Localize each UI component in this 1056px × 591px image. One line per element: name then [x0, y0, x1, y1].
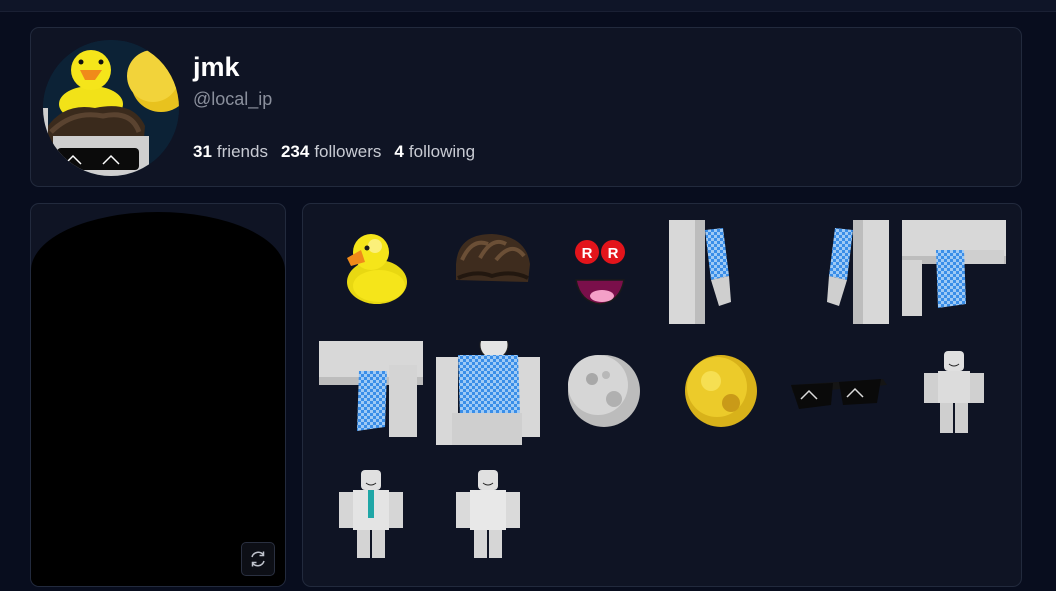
- refresh-avatar-button[interactable]: [241, 542, 275, 576]
- item-roblox-face[interactable]: R R: [552, 220, 656, 324]
- left-arm-checkered-icon: [827, 220, 890, 324]
- svg-text:R: R: [582, 245, 593, 262]
- avatar-viewer-card: [30, 203, 286, 587]
- friends-link[interactable]: 31 friends: [193, 142, 268, 162]
- sunglasses-icon: [791, 379, 888, 409]
- item-left-leg-checkered[interactable]: [901, 220, 1006, 324]
- gold-orb-icon: [684, 355, 757, 427]
- suit-outfit-icon: [339, 470, 403, 558]
- moon-icon: [568, 355, 641, 427]
- worn-items-grid: R R: [319, 220, 1006, 566]
- right-arm-checkered-icon: [668, 220, 731, 324]
- white-avatar-icon: [923, 351, 984, 433]
- item-right-leg-checkered[interactable]: [319, 341, 423, 445]
- followers-link[interactable]: 234 followers: [281, 142, 381, 162]
- avatar-headshot-icon: [43, 40, 179, 176]
- item-suit-outfit[interactable]: [319, 462, 423, 566]
- avatar-headshot[interactable]: [43, 40, 179, 176]
- followers-label: followers: [314, 142, 382, 161]
- item-rubber-duck[interactable]: [319, 220, 423, 324]
- rubber-duck-icon: [347, 234, 407, 304]
- avatar-3d-viewport[interactable]: [31, 212, 285, 586]
- right-leg-checkered-icon: [319, 341, 423, 437]
- left-leg-checkered-icon: [901, 220, 1006, 316]
- roblox-face-icon: R R: [575, 240, 626, 305]
- profile-header-card: jmk @local_ip 31 friends 234 followers 4 fo…: [30, 27, 1022, 187]
- item-moon[interactable]: [552, 341, 656, 445]
- username: @local_ip: [193, 89, 273, 109]
- svg-text:R: R: [608, 245, 619, 262]
- item-left-arm-checkered[interactable]: [785, 220, 890, 324]
- top-navigation-bar: [0, 0, 1056, 12]
- item-white-avatar[interactable]: [902, 341, 1006, 445]
- profile-stats: 31 friends 234 followers 4 following: [193, 142, 475, 162]
- brown-hair-icon: [455, 234, 530, 282]
- item-sunglasses[interactable]: [785, 341, 889, 445]
- item-brown-hair[interactable]: [436, 220, 540, 324]
- worn-items-card: R R: [302, 203, 1022, 587]
- item-right-arm-checkered[interactable]: [668, 220, 773, 324]
- followers-count: 234: [280, 142, 310, 161]
- friends-count: 31: [193, 142, 212, 161]
- friends-label: friends: [216, 142, 268, 161]
- following-link[interactable]: 4 following: [394, 142, 475, 162]
- item-white-outfit[interactable]: [436, 462, 540, 566]
- item-gold-orb[interactable]: [669, 341, 773, 445]
- checkered-shirt-icon: [435, 341, 540, 445]
- refresh-icon: [251, 551, 265, 567]
- white-outfit-icon: [455, 470, 520, 558]
- display-name: jmk: [193, 52, 240, 82]
- following-label: following: [408, 142, 476, 161]
- following-count: 4: [394, 142, 404, 161]
- item-checkered-shirt[interactable]: [435, 341, 540, 445]
